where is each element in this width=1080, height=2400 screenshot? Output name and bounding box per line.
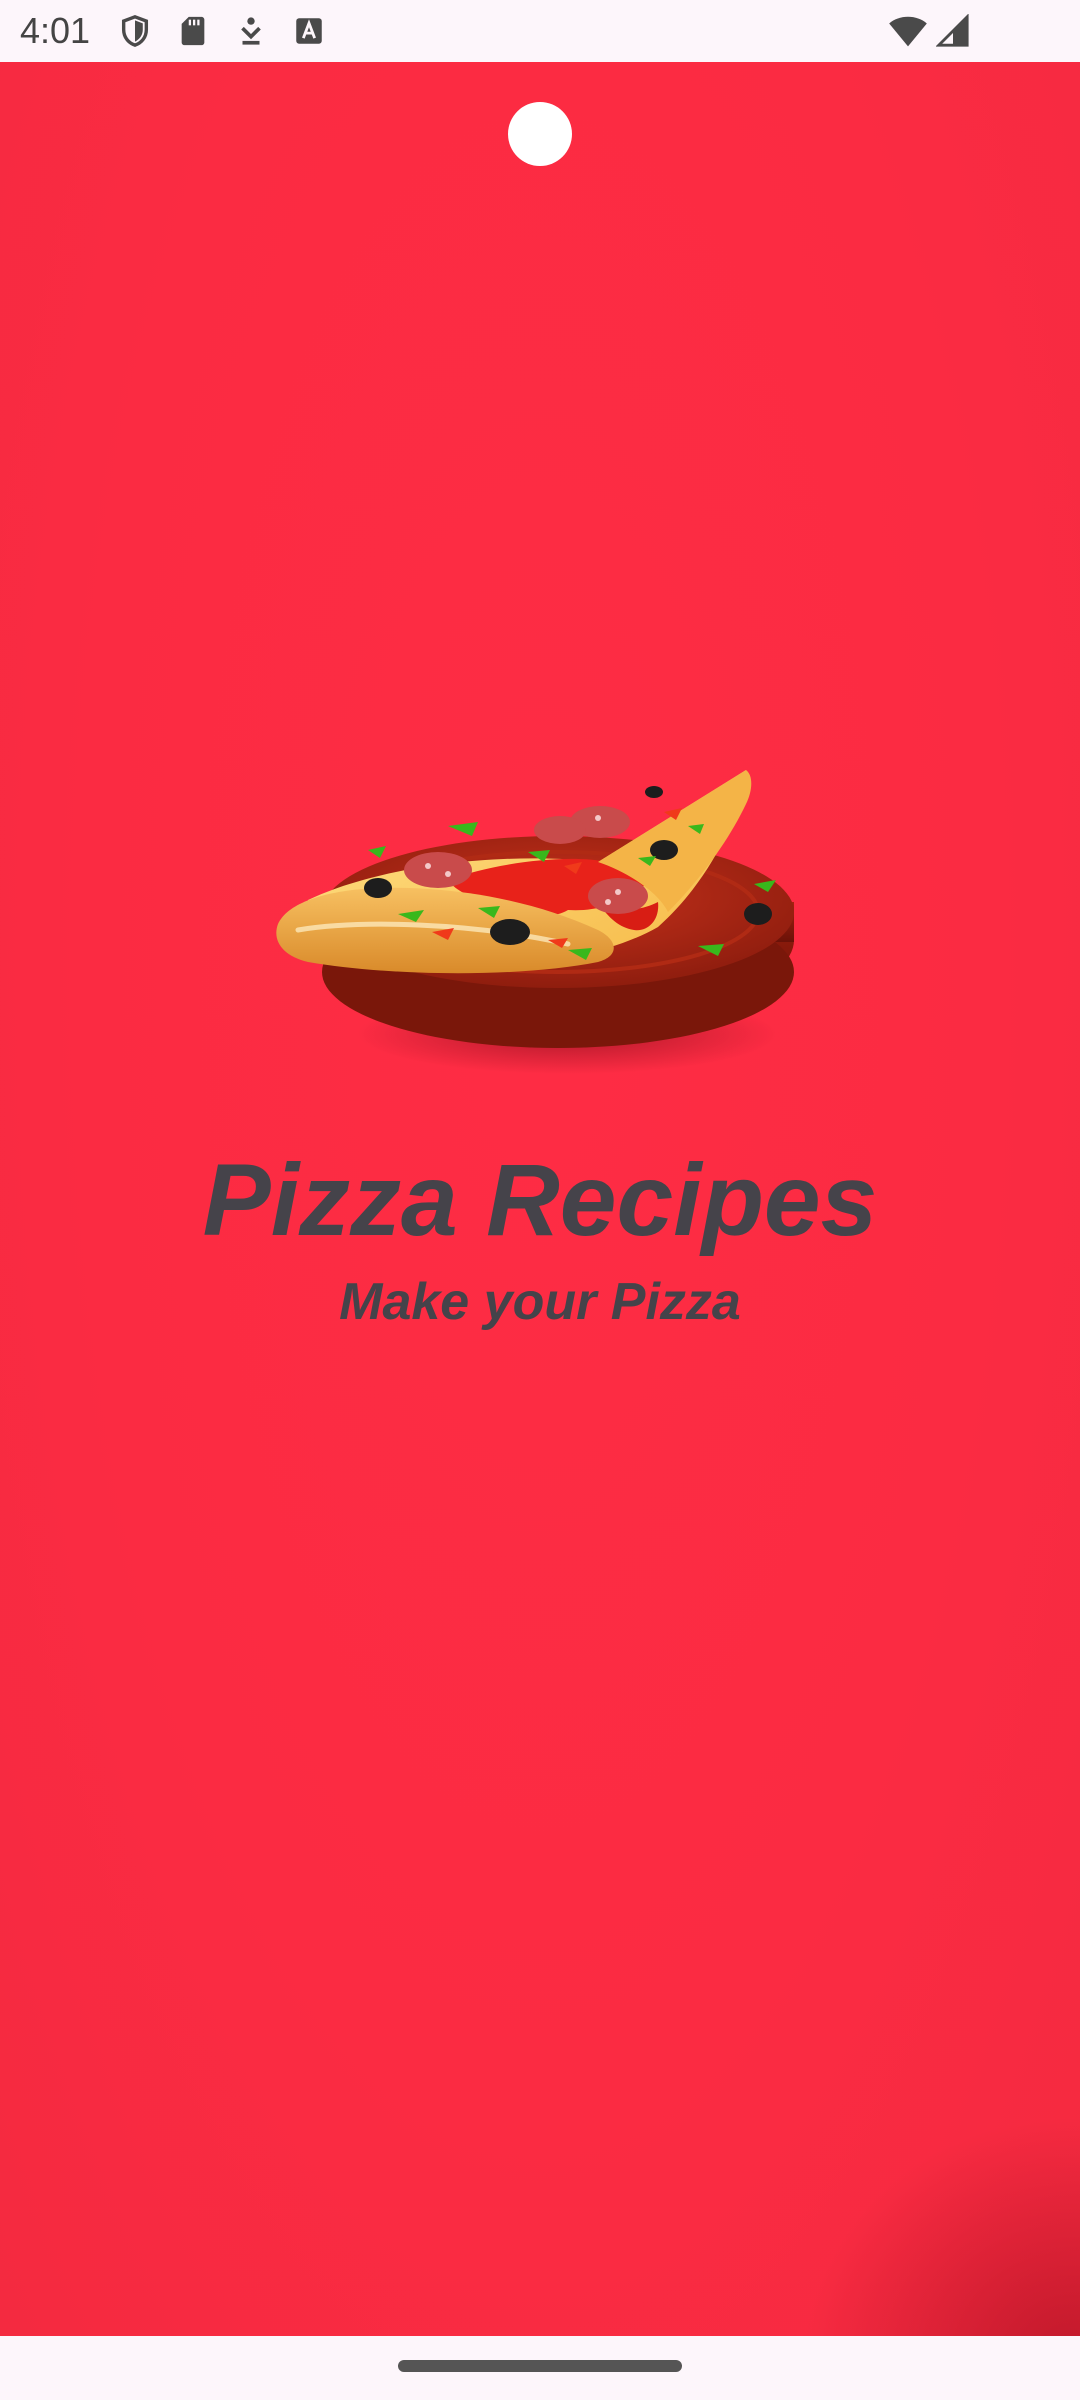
shield-icon [118, 14, 152, 48]
wifi-icon [888, 12, 928, 48]
home-gesture-bar[interactable] [398, 2360, 682, 2372]
pizza-slice-icon [268, 762, 816, 1082]
download-icon [234, 14, 268, 48]
splash-screen: Pizza Recipes Make your Pizza [0, 62, 1080, 2336]
status-time: 4:01 [20, 10, 91, 51]
sd-card-icon [176, 14, 210, 48]
camera-cutout [508, 102, 572, 166]
screen: 4:01 Pizza Recipes Make your Pizza [0, 0, 1080, 2400]
app-subtitle: Make your Pizza [339, 1273, 741, 1331]
font-a-icon [292, 14, 326, 48]
cellular-signal-icon [936, 14, 970, 48]
navigation-bar [0, 2336, 1080, 2400]
app-title: Pizza Recipes [202, 1143, 878, 1257]
status-bar: 4:01 [0, 0, 1080, 62]
